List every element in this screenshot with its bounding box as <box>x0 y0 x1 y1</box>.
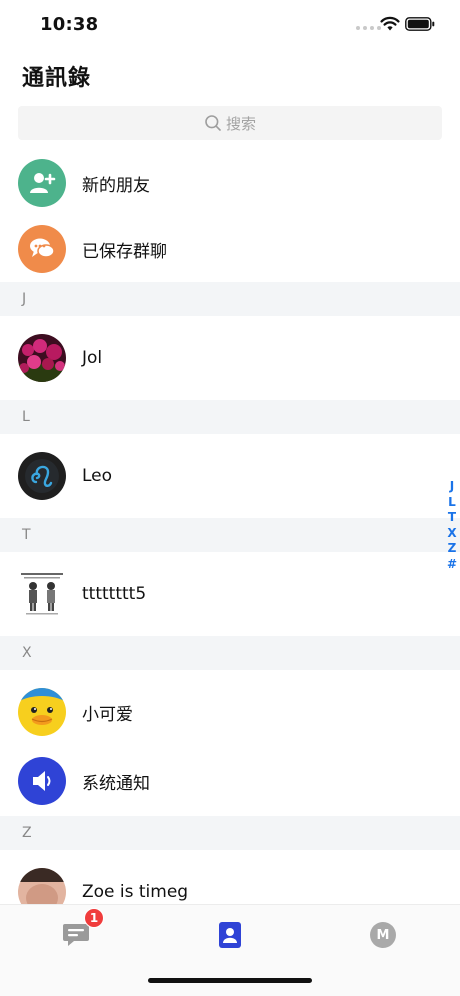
me-avatar: M <box>370 922 396 948</box>
comic-avatar <box>18 570 66 618</box>
section-header-j: J <box>0 282 460 316</box>
leo-zodiac-avatar <box>18 452 66 500</box>
contact-name: 小可爱 <box>82 704 133 725</box>
photo-avatar <box>18 868 66 904</box>
battery-icon <box>405 17 435 31</box>
index-letter[interactable]: Z <box>448 541 457 557</box>
contact-item[interactable]: Zoe is timeg <box>0 850 460 904</box>
new-friends-item[interactable]: 新的朋友 <box>0 150 460 216</box>
contacts-icon <box>219 922 241 948</box>
index-letter[interactable]: L <box>448 495 456 511</box>
section-header-x: X <box>0 636 460 670</box>
cellular-signal-icon <box>356 26 381 30</box>
status-time: 10:38 <box>40 14 99 35</box>
page-title: 通訊錄 <box>22 66 92 91</box>
tab-contacts[interactable] <box>212 917 248 953</box>
unread-badge: 1 <box>84 908 104 928</box>
index-letter[interactable]: T <box>448 510 456 526</box>
duck-avatar <box>18 688 66 736</box>
search-placeholder: 搜索 <box>225 114 256 133</box>
chat-icon <box>63 924 89 946</box>
alphabet-index[interactable]: J L T X Z # <box>444 479 460 572</box>
new-friends-label: 新的朋友 <box>82 175 150 196</box>
search-input[interactable]: 搜索 <box>18 106 442 140</box>
contact-name: tttttttt5 <box>82 584 147 604</box>
index-letter[interactable]: J <box>450 479 454 495</box>
contact-item[interactable]: tttttttt5 <box>0 552 460 636</box>
contact-item[interactable]: Leo <box>0 434 460 518</box>
index-letter[interactable]: # <box>447 557 457 573</box>
saved-groups-label: 已保存群聊 <box>82 241 167 262</box>
saved-groups-item[interactable]: 已保存群聊 <box>0 216 460 282</box>
search-icon <box>205 115 221 131</box>
contact-list[interactable]: 新的朋友 已保存群聊 J Jol L Leo T tttttttt5 X 小可爱… <box>0 150 460 904</box>
section-header-t: T <box>0 518 460 552</box>
home-indicator <box>148 978 312 983</box>
status-bar: 10:38 <box>0 0 460 52</box>
contact-name: Zoe is timeg <box>82 882 189 902</box>
contact-item[interactable]: 系统通知 <box>0 746 460 816</box>
section-header-l: L <box>0 400 460 434</box>
contact-name: 系统通知 <box>82 773 150 794</box>
contact-name: Jol <box>82 348 103 368</box>
flower-photo-avatar <box>18 334 66 382</box>
group-chat-icon <box>18 225 66 273</box>
index-letter[interactable]: X <box>447 526 456 542</box>
wifi-icon <box>380 16 400 31</box>
contact-name: Leo <box>82 466 113 486</box>
add-friend-icon <box>18 159 66 207</box>
contact-item[interactable]: 小可爱 <box>0 670 460 746</box>
section-header-z: Z <box>0 816 460 850</box>
speaker-avatar <box>18 757 66 805</box>
tab-me[interactable]: M <box>365 917 401 953</box>
contact-item[interactable]: Jol <box>0 316 460 400</box>
